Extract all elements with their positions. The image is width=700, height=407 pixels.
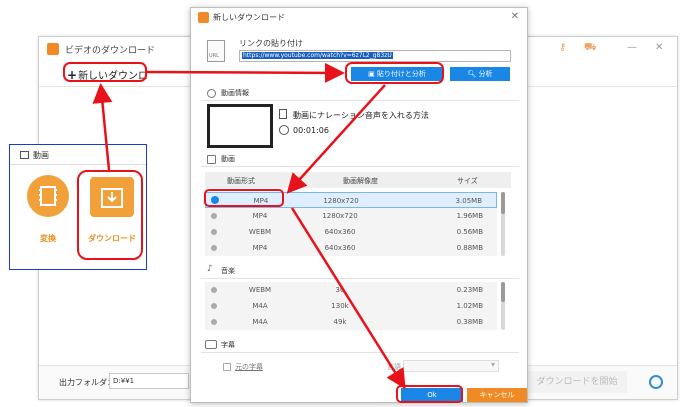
arrow-paste-to-row (286, 84, 386, 194)
arrow-new-to-paste (146, 62, 345, 83)
annotation-arrows (92, 62, 406, 390)
arrow-row-to-ok (290, 207, 406, 390)
arrow-tile-to-new (92, 83, 113, 171)
